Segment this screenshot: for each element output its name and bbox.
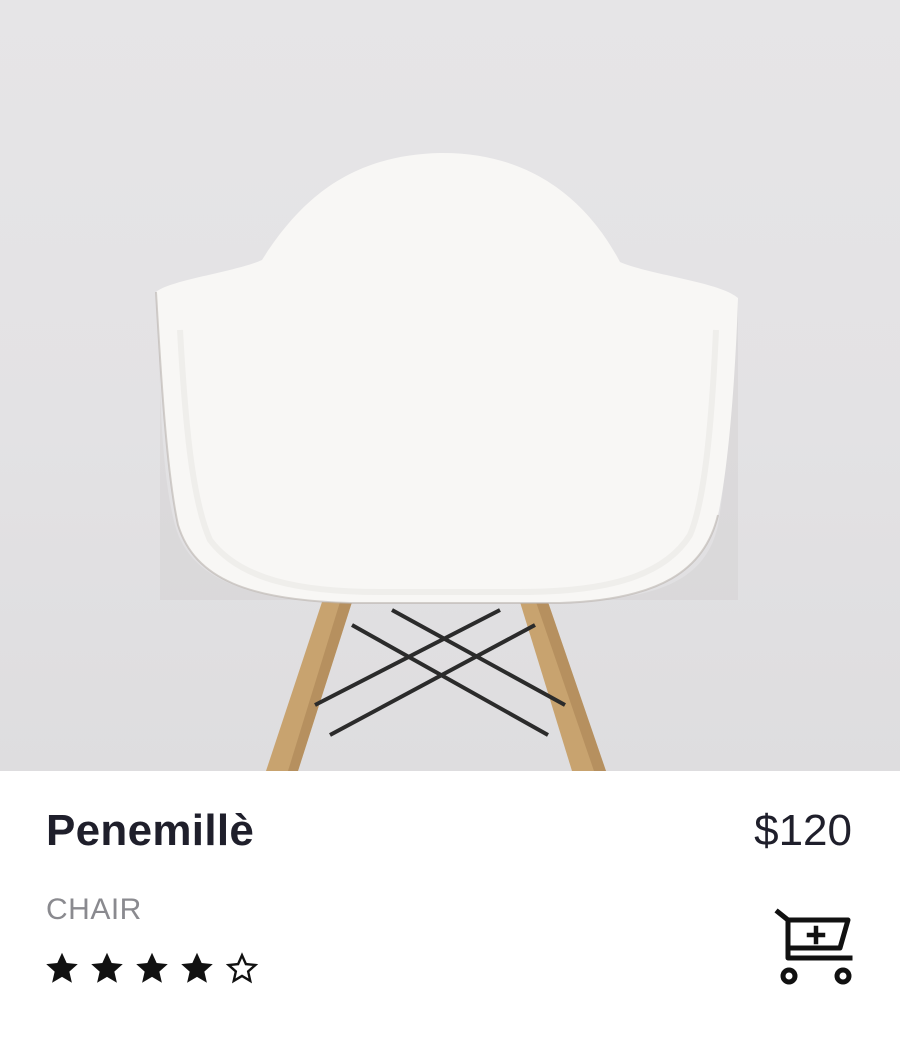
product-card[interactable]: Penemillè $120 CHAIR (0, 0, 900, 1038)
star-filled-icon (136, 952, 168, 983)
chair-photo (155, 152, 738, 771)
product-name: Penemillè (46, 806, 255, 855)
product-category: CHAIR (46, 893, 142, 926)
product-image[interactable] (0, 0, 900, 771)
add-to-cart-button[interactable] (774, 906, 856, 990)
star-filled-icon (181, 952, 213, 983)
rating-stars (44, 950, 260, 986)
add-to-cart-icon (774, 908, 853, 985)
star-outline-icon (225, 952, 259, 984)
star-filled-icon (91, 952, 123, 983)
product-price: $120 (754, 806, 852, 855)
star-filled-icon (46, 952, 78, 983)
